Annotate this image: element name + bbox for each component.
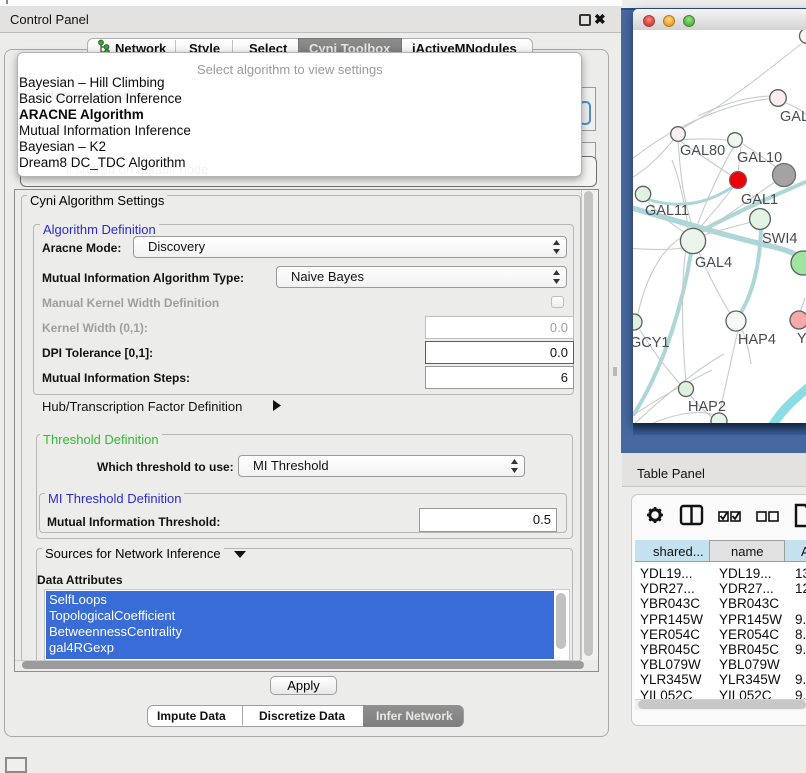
svg-text:GAL10: GAL10 bbox=[737, 150, 782, 166]
svg-text:SWI4: SWI4 bbox=[762, 231, 797, 247]
svg-text:GAL4: GAL4 bbox=[695, 255, 732, 271]
svg-text:HAP4: HAP4 bbox=[738, 332, 776, 348]
svg-text:GAL1: GAL1 bbox=[741, 192, 778, 208]
svg-text:GCY1: GCY1 bbox=[633, 335, 670, 351]
svg-text:GAL80: GAL80 bbox=[680, 143, 725, 159]
svg-text:GAL7: GAL7 bbox=[780, 109, 806, 125]
svg-text:GAL11: GAL11 bbox=[645, 203, 689, 219]
svg-text:HAP2: HAP2 bbox=[688, 399, 726, 415]
svg-text:Y: Y bbox=[797, 331, 806, 347]
